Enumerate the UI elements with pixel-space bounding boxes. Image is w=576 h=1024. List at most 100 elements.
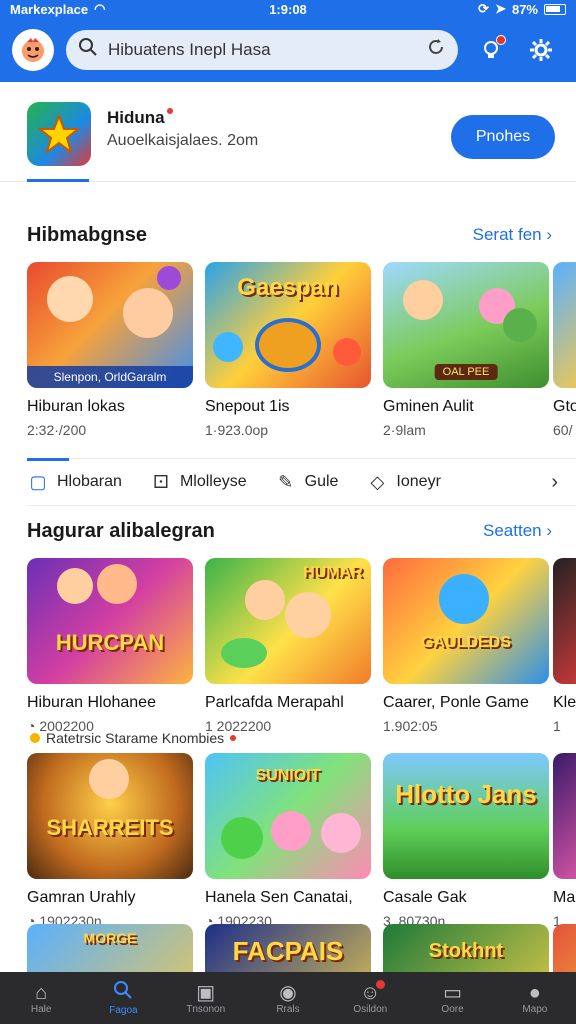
- game-title: Hiburan Hlohanee: [27, 694, 156, 711]
- status-right: ⟳ ➤ 87%: [366, 1, 566, 17]
- thumbnail-banner: SHARREITS: [46, 815, 174, 840]
- game-thumbnail: [553, 262, 576, 388]
- nav-item-games[interactable]: ▣ Tnsonon: [165, 972, 247, 1024]
- new-dot: [230, 735, 237, 741]
- game-card[interactable]: Gaespan Snepout 1is 1·923.0op: [205, 262, 371, 438]
- pen-icon: ✎: [278, 471, 294, 492]
- wifi-icon: ◠: [94, 1, 106, 16]
- thumbnail-banner: HURCPAN: [55, 630, 165, 655]
- game-thumbnail: Stokhnt: [383, 924, 549, 974]
- game-card[interactable]: Slenpon, OrldGaralm Hiburan lokas 2:32·/…: [27, 262, 193, 438]
- category-label: Hlobaran: [57, 473, 122, 490]
- nav-item-friends[interactable]: ☺ Osildon: [329, 972, 411, 1024]
- dice-icon: ⚀: [153, 471, 169, 492]
- new-dot: [166, 108, 173, 114]
- app-logo[interactable]: [12, 29, 54, 71]
- category-tab[interactable]: ✎ Gule: [275, 459, 339, 505]
- section2-see-more[interactable]: Seatten ›: [483, 521, 552, 541]
- game-card[interactable]: OAL PEE Gminen Aulit 2·9lam: [383, 262, 549, 438]
- game-card[interactable]: HURCPAN Hiburan Hlohanee ◔ 2002200: [27, 558, 193, 734]
- status-left: Markexplace ◠: [10, 1, 210, 17]
- game-thumbnail: GAULDEDS: [383, 558, 549, 684]
- game-thumbnail: FACPAIS: [205, 924, 371, 974]
- game-meta: 1: [553, 718, 561, 734]
- section4-row: MORGE FACPAIS Stokhnt: [27, 924, 576, 974]
- status-bar: Markexplace ◠ 1:9:08 ⟳ ➤ 87%: [0, 0, 576, 18]
- notification-badge: [496, 35, 506, 45]
- game-thumbnail: Gaespan: [205, 262, 371, 388]
- nav-item-store[interactable]: ▭ Oore: [411, 972, 493, 1024]
- refresh-icon[interactable]: [426, 37, 446, 63]
- game-card[interactable]: SUNIOIT Hanela Sen Canatai, ◔ 1902230: [205, 753, 371, 929]
- game-thumbnail: HURCPAN: [27, 558, 193, 684]
- thumbnail-banner: FACPAIS: [232, 936, 344, 966]
- game-card[interactable]: Hlotto Jans Casale Gak 3. 80730n: [383, 753, 549, 929]
- nav-label: Mapo: [522, 1003, 548, 1015]
- thumbnail-banner: Stokhnt: [428, 940, 504, 962]
- section1-row: Slenpon, OrldGaralm Hiburan lokas 2:32·/…: [27, 262, 576, 442]
- nav-item-search[interactable]: Fagoa: [82, 972, 164, 1024]
- game-title: Hiburan lokas: [27, 398, 125, 415]
- coin-icon: [30, 733, 40, 743]
- game-card[interactable]: FACPAIS: [205, 924, 371, 974]
- game-meta: 2·9lam: [383, 422, 426, 438]
- game-card[interactable]: MORGE: [27, 924, 193, 974]
- marketplace-screen: Markexplace ◠ 1:9:08 ⟳ ➤ 87% Hibuatens I…: [0, 0, 576, 1024]
- featured-app-subtitle: Auoelkaisjalaes. 2om: [107, 132, 259, 149]
- search-bar[interactable]: [66, 30, 458, 70]
- chevron-right-icon[interactable]: ›: [551, 471, 558, 494]
- game-card[interactable]: HUMAR Parlcafda Merapahl 1 2022200: [205, 558, 371, 734]
- search-input[interactable]: [108, 40, 426, 60]
- featured-title-text: Hiduna: [107, 108, 165, 127]
- category-label: Ioneyr: [396, 473, 441, 490]
- battery-percent: 87%: [511, 1, 538, 17]
- section1-see-more-label: Serat fen: [472, 225, 542, 244]
- game-card[interactable]: Stokhnt: [383, 924, 549, 974]
- nav-item-home[interactable]: ⌂ Hale: [0, 972, 82, 1024]
- monitor-icon: ▭: [443, 981, 462, 1004]
- thumbnail-banner: Gaespan: [237, 274, 339, 301]
- thumbnail-chip: OAL PEE: [434, 364, 498, 380]
- game-thumbnail: OAL PEE: [383, 262, 549, 388]
- thumbnail-banner: HUMAR: [303, 564, 363, 581]
- nav-item-steam[interactable]: ◉ Rrals: [247, 972, 329, 1024]
- nav-label: Tnsonon: [186, 1003, 226, 1015]
- section1-see-more[interactable]: Serat fen ›: [473, 225, 552, 245]
- nav-label: Osildon: [353, 1003, 388, 1015]
- category-tab[interactable]: ◇ Ioneyr: [366, 459, 441, 505]
- category-tab[interactable]: ▢ Hlobaran: [27, 458, 122, 505]
- featured-action-button[interactable]: Pnohes: [451, 115, 555, 159]
- game-thumbnail: MORGE: [27, 924, 193, 974]
- steam-icon: ◉: [279, 981, 297, 1004]
- notifications-button[interactable]: [474, 33, 508, 67]
- game-title: Mai: [553, 889, 576, 906]
- game-title: Gamran Urahly: [27, 889, 136, 906]
- nav-label: Hale: [30, 1003, 52, 1015]
- game-card[interactable]: Kle 1: [553, 558, 576, 734]
- game-card[interactable]: Gto 60/: [553, 262, 576, 438]
- game-card[interactable]: SHARREITS Gamran Urahly ◔ 1902230n: [27, 753, 193, 929]
- status-time: 1:9:08: [269, 1, 307, 17]
- game-title: Caarer, Ponle Game: [383, 694, 529, 711]
- game-thumbnail: Hlotto Jans: [383, 753, 549, 879]
- section2-see-more-label: Seatten: [483, 521, 542, 540]
- section2-row: HURCPAN Hiburan Hlohanee ◔ 2002200 HUMAR…: [27, 558, 576, 738]
- nav-item-profile[interactable]: ● Mapo: [494, 972, 576, 1024]
- settings-button[interactable]: [524, 33, 558, 67]
- game-thumbnail: Slenpon, OrldGaralm: [27, 262, 193, 388]
- battery-icon: [544, 3, 566, 15]
- game-title: Snepout 1is: [205, 398, 290, 415]
- game-card[interactable]: Mai 1: [553, 753, 576, 929]
- category-label: Gule: [304, 473, 339, 490]
- featured-app-icon[interactable]: [27, 102, 91, 166]
- game-title: Hanela Sen Canatai,: [205, 889, 353, 906]
- search-icon: [113, 980, 133, 1005]
- game-title: Parlcafda Merapahl: [205, 694, 344, 711]
- game-thumbnail: SHARREITS: [27, 753, 193, 879]
- game-card[interactable]: [553, 924, 576, 974]
- gamepad-icon: ▣: [196, 981, 216, 1004]
- game-title: Casale Gak: [383, 889, 467, 906]
- category-tab[interactable]: ⚀ Mlolleyse: [150, 459, 247, 505]
- game-card[interactable]: GAULDEDS Caarer, Ponle Game 1.902:05: [383, 558, 549, 734]
- gear-icon: [530, 39, 552, 61]
